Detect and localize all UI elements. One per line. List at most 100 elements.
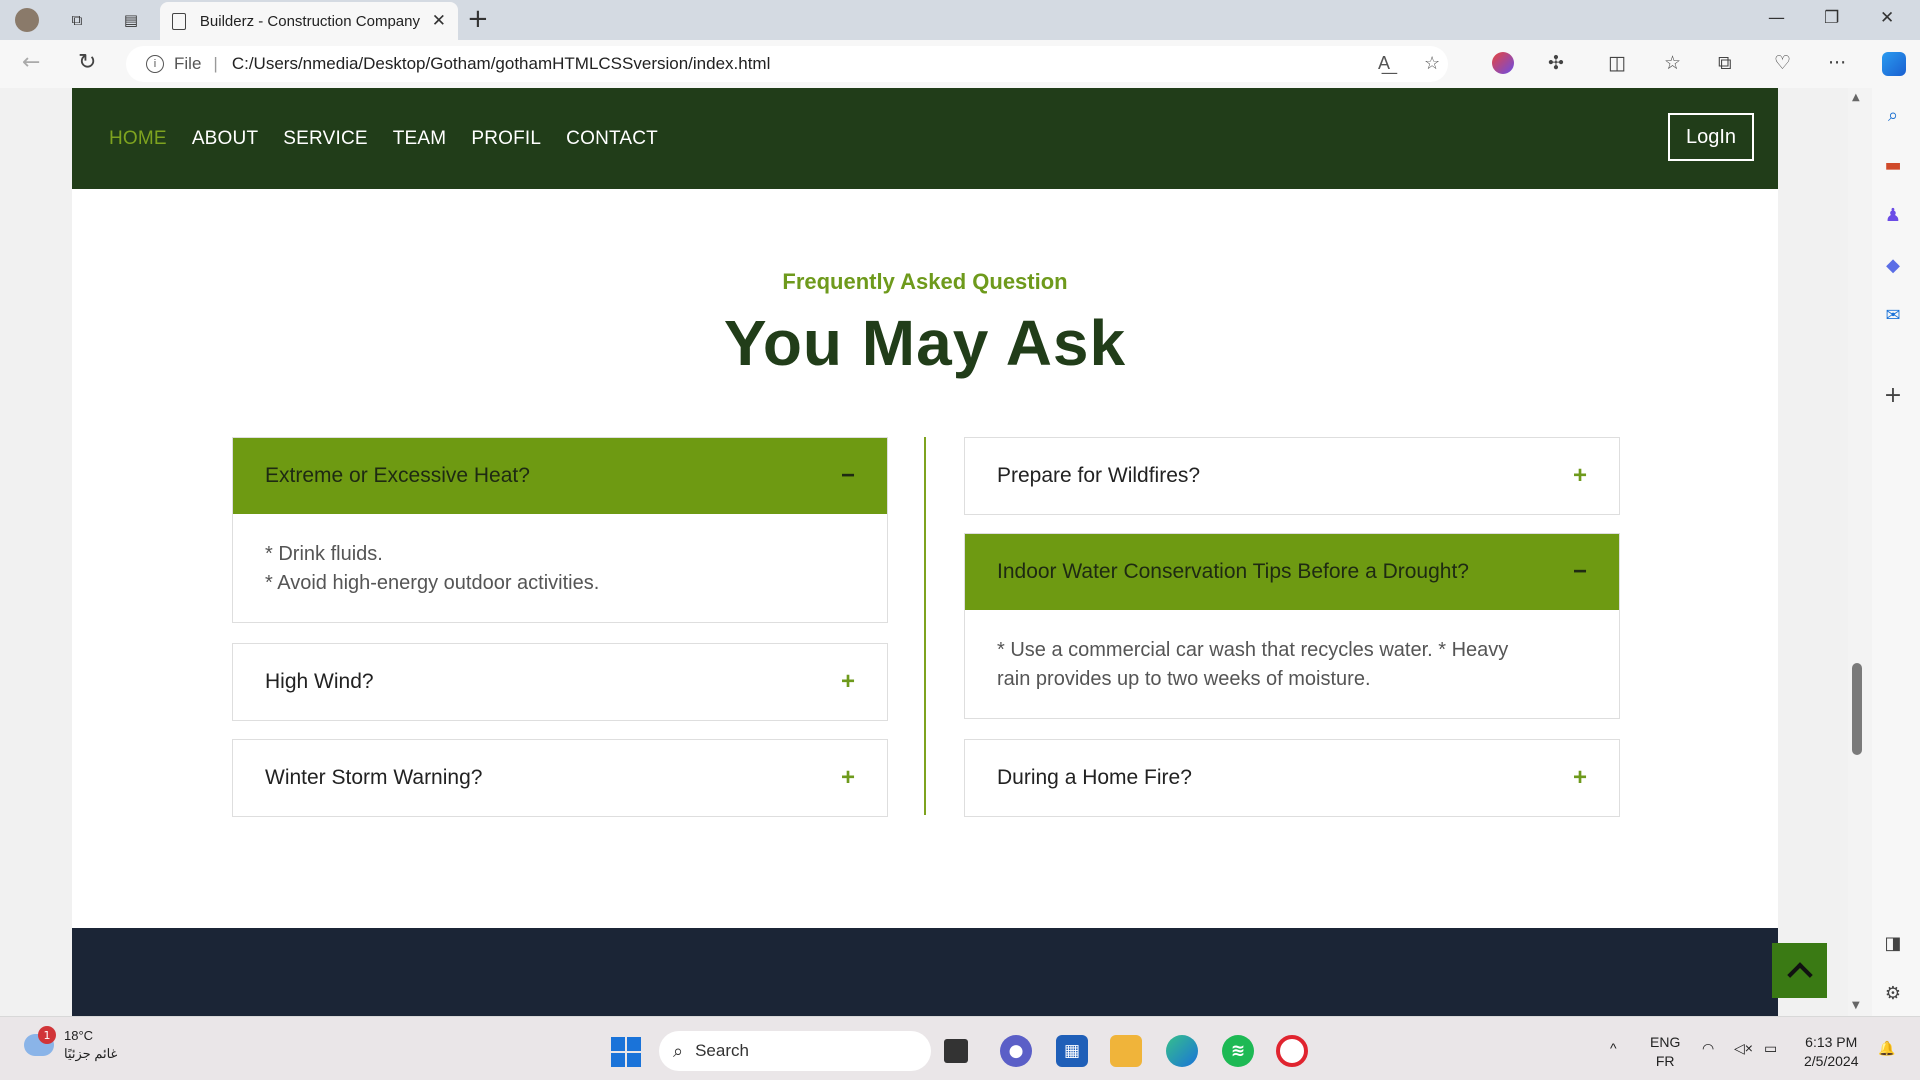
- windows-taskbar: 1 18°C غائم جزئيًا ⌕ Search ● ▦ ≋ ^ ENG …: [0, 1016, 1920, 1080]
- plus-icon: +: [1572, 462, 1587, 489]
- settings-more-icon[interactable]: ···: [1828, 52, 1846, 74]
- sidebar-microsoft365-icon[interactable]: ◆: [1880, 252, 1906, 278]
- nav-item-team[interactable]: TEAM: [393, 128, 447, 150]
- faq-question-toggle[interactable]: High Wind? +: [233, 644, 887, 720]
- battery-icon[interactable]: ▭: [1764, 1039, 1777, 1058]
- faq-item: Winter Storm Warning? +: [232, 739, 888, 817]
- file-explorer-icon[interactable]: [1110, 1035, 1142, 1067]
- faq-question-text: Indoor Water Conservation Tips Before a …: [997, 560, 1469, 583]
- sidebar-outlook-icon[interactable]: ✉: [1880, 302, 1906, 328]
- volume-muted-icon[interactable]: ◁×: [1734, 1039, 1753, 1058]
- scroll-down-arrow-icon[interactable]: ▼: [1852, 1000, 1860, 1011]
- back-arrow-icon[interactable]: ←: [22, 50, 40, 75]
- faq-item: Prepare for Wildfires? +: [964, 437, 1620, 515]
- login-button[interactable]: LogIn: [1668, 113, 1754, 161]
- faq-question-text: During a Home Fire?: [997, 766, 1192, 789]
- weather-cloud-icon: 1: [24, 1026, 56, 1056]
- copilot-extension-icon[interactable]: [1492, 52, 1514, 79]
- system-clock[interactable]: 6:13 PM 2/5/2024: [1804, 1033, 1859, 1071]
- faq-question-toggle[interactable]: Extreme or Excessive Heat? −: [233, 438, 887, 514]
- faq-answer-line: rain provides up to two weeks of moistur…: [997, 668, 1371, 690]
- footer-section: [72, 928, 1778, 1016]
- faq-item: Extreme or Excessive Heat? − * Drink fluid…: [232, 437, 888, 623]
- close-window-button[interactable]: ✕: [1880, 8, 1894, 28]
- nav-item-profil[interactable]: PROFIL: [471, 128, 541, 150]
- sidebar-add-icon[interactable]: +: [1880, 382, 1906, 408]
- faq-item: During a Home Fire? +: [964, 739, 1620, 817]
- faq-question-toggle[interactable]: Winter Storm Warning? +: [233, 740, 887, 816]
- sidebar-hide-icon[interactable]: ◨: [1880, 930, 1906, 956]
- faq-answer-line: * Use a commercial car wash that recycle…: [997, 639, 1509, 661]
- back-to-top-button[interactable]: [1772, 943, 1827, 998]
- collections-icon[interactable]: ⧉: [1718, 52, 1732, 74]
- site-info-icon[interactable]: i: [146, 55, 164, 73]
- browser-tab-active[interactable]: Builderz - Construction Company ✕: [160, 2, 458, 40]
- windows-start-icon[interactable]: [611, 1037, 641, 1067]
- sidebar-games-icon[interactable]: ♟: [1880, 202, 1906, 228]
- wifi-icon[interactable]: ◠: [1702, 1039, 1714, 1058]
- address-bar[interactable]: i File | C:/Users/nmedia/Desktop/Gotham/…: [126, 46, 1448, 82]
- faq-question-text: Prepare for Wildfires?: [997, 464, 1201, 487]
- faq-question-text: Extreme or Excessive Heat?: [265, 464, 530, 487]
- search-icon: ⌕: [673, 1040, 684, 1061]
- sidebar-search-icon[interactable]: ⌕: [1880, 102, 1906, 128]
- sidebar-settings-icon[interactable]: ⚙: [1880, 980, 1906, 1006]
- plus-icon: +: [840, 764, 855, 791]
- nav-item-service[interactable]: SERVICE: [283, 128, 367, 150]
- tab-title: Builderz - Construction Company: [199, 12, 420, 30]
- weather-widget[interactable]: 1 18°C غائم جزئيًا: [24, 1026, 118, 1063]
- faq-answer-line: * Drink fluids.: [265, 543, 383, 565]
- page-container: HOME ABOUT SERVICE TEAM PROFIL CONTACT LogIn …: [72, 88, 1778, 1016]
- url-scheme-label: File: [174, 54, 202, 73]
- opera-icon[interactable]: [1276, 1035, 1308, 1067]
- page-document-icon: [172, 12, 186, 30]
- plus-icon: +: [840, 668, 855, 695]
- show-hidden-icons-chevron-icon[interactable]: ^: [1610, 1039, 1617, 1058]
- notifications-bell-icon[interactable]: 🔔: [1878, 1039, 1895, 1058]
- faq-question-toggle[interactable]: Prepare for Wildfires? +: [965, 438, 1619, 514]
- nav-item-contact[interactable]: CONTACT: [566, 128, 658, 150]
- taskbar-search[interactable]: ⌕ Search: [659, 1031, 931, 1071]
- favorites-icon[interactable]: ☆: [1664, 52, 1681, 74]
- nav-item-home[interactable]: HOME: [109, 128, 167, 150]
- url-text[interactable]: C:/Users/nmedia/Desktop/Gotham/gothamHTM…: [232, 54, 771, 74]
- faq-eyebrow: Frequently Asked Question: [782, 269, 1068, 294]
- extensions-puzzle-icon[interactable]: ✣: [1548, 52, 1564, 74]
- language-line-1: ENG: [1650, 1034, 1681, 1050]
- read-aloud-icon[interactable]: A͟: [1378, 53, 1390, 74]
- microsoft-store-icon[interactable]: ▦: [1056, 1035, 1088, 1067]
- nav-item-about[interactable]: ABOUT: [192, 128, 258, 150]
- clock-date: 2/5/2024: [1804, 1053, 1859, 1069]
- browser-essentials-icon[interactable]: ♡: [1774, 52, 1791, 74]
- copilot-icon[interactable]: [1882, 52, 1906, 81]
- edge-browser-icon[interactable]: [1166, 1035, 1198, 1067]
- faq-question-toggle[interactable]: During a Home Fire? +: [965, 740, 1619, 816]
- search-label: Search: [695, 1041, 749, 1060]
- minimize-button[interactable]: —: [1768, 8, 1785, 28]
- teams-chat-icon[interactable]: ●: [1000, 1035, 1032, 1067]
- faq-heading: You May Ask: [723, 307, 1127, 379]
- faq-question-toggle[interactable]: Indoor Water Conservation Tips Before a …: [965, 534, 1619, 610]
- restore-button[interactable]: ❐: [1824, 8, 1839, 28]
- split-screen-icon[interactable]: ◫: [1608, 52, 1626, 74]
- scroll-up-arrow-icon[interactable]: ▲: [1852, 92, 1860, 103]
- faq-item: Indoor Water Conservation Tips Before a …: [964, 533, 1620, 719]
- favorite-star-icon[interactable]: ☆: [1424, 53, 1440, 74]
- spotify-icon[interactable]: ≋: [1222, 1035, 1254, 1067]
- page-scrollbar[interactable]: [1848, 88, 1870, 1016]
- browser-tab-bar: ⧉ ▤ Builderz - Construction Company ✕ + …: [0, 0, 1920, 40]
- tab-close-icon[interactable]: ✕: [432, 11, 446, 31]
- language-line-2: FR: [1655, 1053, 1675, 1069]
- url-separator: |: [213, 54, 218, 73]
- sidebar-tools-icon[interactable]: ▬: [1880, 152, 1906, 178]
- vertical-tabs-icon[interactable]: ▤: [118, 8, 144, 32]
- new-tab-button[interactable]: +: [467, 4, 489, 34]
- weather-desc: غائم جزئيًا: [64, 1046, 118, 1061]
- scrollbar-thumb[interactable]: [1852, 663, 1862, 755]
- workspaces-icon[interactable]: ⧉: [64, 8, 90, 32]
- profile-avatar-icon[interactable]: [14, 8, 40, 32]
- faq-answer-line: * Avoid high-energy outdoor activities.: [265, 572, 600, 594]
- task-view-icon[interactable]: [944, 1039, 968, 1063]
- language-indicator[interactable]: ENG FR: [1650, 1033, 1680, 1071]
- refresh-icon[interactable]: ↻: [78, 50, 96, 75]
